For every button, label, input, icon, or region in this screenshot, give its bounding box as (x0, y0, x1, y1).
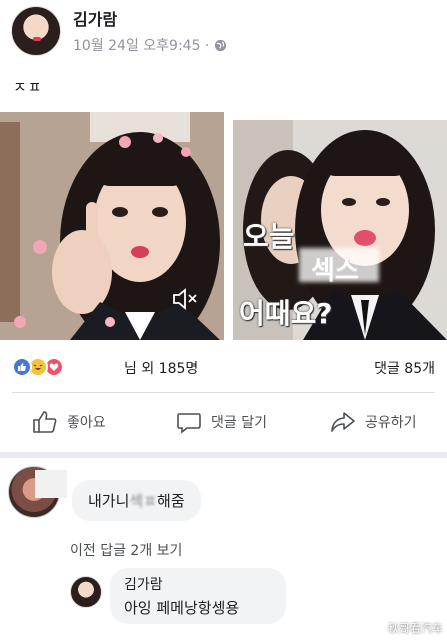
reply-author-avatar[interactable] (70, 576, 102, 608)
comment-count[interactable]: 댓글 85개 (374, 358, 435, 378)
overlay-text-line1: 오늘 (243, 220, 295, 253)
overlay-text-line3: 어때요? (239, 297, 333, 330)
reply-text: 아잉 페메낭항셍용 (124, 599, 240, 617)
reaction-icons[interactable] (12, 357, 64, 377)
share-icon (331, 412, 355, 432)
comment-bubble[interactable]: 내가니섹ㅍ해줌 (72, 480, 201, 521)
reply-item: 김가람 아잉 페메낭항셍용 (0, 568, 447, 640)
post-text: ㅈㅍ (13, 78, 43, 96)
overlay-censor-mask (299, 248, 379, 282)
author-avatar[interactable] (11, 6, 61, 56)
thumbs-up-icon (33, 411, 57, 433)
post-meta: 10월 24일 오후9:45 · (73, 35, 227, 55)
comment-text-prefix: 내가니 (88, 492, 130, 510)
comment-button[interactable]: 댓글 달기 (176, 410, 267, 434)
share-button[interactable]: 공유하기 (330, 410, 417, 434)
watermark: 秋哥看汽车 (388, 622, 443, 635)
divider (12, 392, 435, 393)
like-label: 좋아요 (67, 415, 106, 431)
photo-right[interactable]: 오늘 섹스 어때요? (233, 120, 447, 340)
like-button[interactable]: 좋아요 (32, 410, 106, 434)
comment-item: 내가니섹ㅍ해줌 (0, 462, 447, 532)
share-label: 공유하기 (365, 415, 417, 431)
photo-grid: 오늘 섹스 어때요? (0, 112, 447, 340)
section-divider (0, 452, 447, 458)
reactions-summary: 님 외 185명 댓글 85개 (0, 350, 447, 384)
post-timestamp[interactable]: 10월 24일 오후9:45 · (73, 35, 209, 55)
comment-label: 댓글 달기 (211, 415, 267, 431)
comment-icon (177, 413, 201, 434)
avatar-censor-mask (35, 470, 67, 498)
author-name[interactable]: 김가람 (73, 6, 117, 30)
sound-muted-icon[interactable] (172, 288, 198, 310)
post-header: 김가람 10월 24일 오후9:45 · (0, 0, 447, 62)
reply-bubble[interactable]: 김가람 아잉 페메낭항셍용 (110, 568, 286, 624)
reaction-count[interactable]: 님 외 185명 (124, 358, 198, 378)
reply-author-name[interactable]: 김가람 (124, 574, 272, 594)
globe-icon (215, 39, 227, 51)
like-icon (12, 357, 32, 377)
comment-text-blurred: 섹ㅍ (129, 492, 158, 510)
comment-text-suffix: 해줌 (157, 492, 185, 510)
view-previous-replies-link[interactable]: 이전 답글 2개 보기 (70, 540, 182, 560)
action-bar: 좋아요 댓글 달기 공유하기 (0, 400, 447, 446)
photo-left[interactable] (0, 112, 224, 340)
